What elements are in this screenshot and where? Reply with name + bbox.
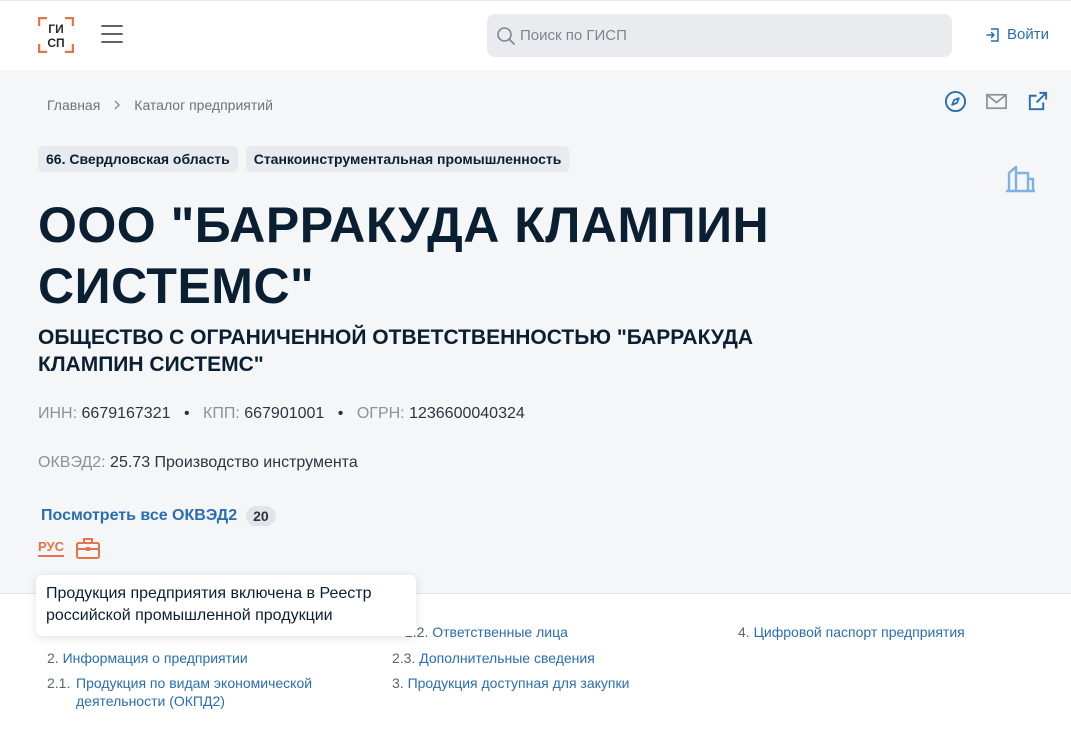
company-full-name: ОБЩЕСТВО С ОГРАНИЧЕННОЙ ОТВЕТСТВЕННОСТЬЮ…	[38, 326, 754, 376]
header: ГИ СП Войти	[0, 0, 1071, 70]
breadcrumb: Главная Каталог предприятий	[47, 97, 273, 113]
requisites: ИНН: 6679167321 • КПП: 667901001 • ОГРН:…	[38, 405, 525, 422]
okved-value: 25.73 Производство инструмента	[110, 454, 358, 471]
region-tag[interactable]: 66. Свердловская область	[38, 146, 238, 172]
toc-item-procurement-products[interactable]: 3. Продукция доступная для закупки	[392, 674, 629, 692]
inn-value: 6679167321	[81, 405, 171, 422]
briefcase-icon[interactable]	[75, 536, 101, 560]
inn-label: ИНН:	[38, 405, 78, 422]
building-icon	[1006, 165, 1035, 193]
okved-count-badge: 20	[246, 506, 276, 526]
search-box[interactable]	[487, 14, 952, 57]
login-button[interactable]: Войти	[985, 26, 1049, 43]
registry-tooltip: Продукция предприятия включена в Реестр …	[36, 575, 416, 636]
toc-item-digital-passport[interactable]: 4. Цифровой паспорт предприятия	[738, 623, 965, 641]
toc-item-label: Продукция по видам экономической деятель…	[76, 675, 313, 709]
company-short-name: ООО "БАРРАКУДА КЛАМПИН СИСТЕМС"	[38, 197, 770, 314]
toc-item-label: Дополнительные сведения	[419, 650, 595, 666]
external-link-icon[interactable]	[1026, 90, 1049, 113]
logo-text-bottom: СП	[47, 36, 64, 50]
toc-item-okpd2[interactable]: 2.1. Продукция по видам экономической де…	[47, 674, 347, 710]
search-icon	[497, 26, 515, 45]
tags: 66. Свердловская область Станкоинструмен…	[38, 146, 570, 172]
view-all-okved-link[interactable]: Посмотреть все ОКВЭД2 20	[41, 506, 276, 526]
breadcrumb-home[interactable]: Главная	[47, 97, 100, 113]
toc-item-company-info[interactable]: 2. Информация о предприятии	[47, 649, 248, 667]
registry-badges: РУС	[38, 536, 101, 560]
toc-item-additional-info[interactable]: 2.3. Дополнительные сведения	[392, 649, 595, 667]
breadcrumb-catalog[interactable]: Каталог предприятий	[134, 97, 273, 113]
rus-badge[interactable]: РУС	[38, 539, 64, 557]
kpp-value: 667901001	[244, 405, 325, 422]
ogrn-value: 1236600040324	[409, 405, 525, 422]
kpp-label: КПП:	[203, 405, 240, 422]
industry-tag[interactable]: Станкоинструментальная промышленность	[245, 146, 570, 172]
company-card: Главная Каталог предприятий 66. Свердлов…	[0, 70, 1071, 593]
toc-item-label: Информация о предприятии	[62, 650, 248, 666]
search-input[interactable]	[520, 27, 920, 44]
logo-text-top: ГИ	[48, 22, 63, 36]
burger-menu-icon[interactable]	[101, 25, 123, 45]
toc-item-label: Цифровой паспорт предприятия	[753, 624, 965, 640]
ogrn-label: ОГРН:	[356, 405, 405, 422]
chevron-right-icon	[114, 100, 121, 110]
okved-link-label: Посмотреть все ОКВЭД2	[41, 507, 238, 524]
okved-main: ОКВЭД2: 25.73 Производство инструмента	[38, 454, 358, 472]
login-icon	[986, 27, 999, 42]
action-icons	[944, 90, 1049, 113]
okved-label: ОКВЭД2:	[38, 454, 106, 471]
toc-item-label: Продукция доступная для закупки	[407, 675, 630, 691]
mail-icon[interactable]	[985, 90, 1008, 113]
gisp-logo[interactable]: ГИ СП	[38, 17, 74, 53]
toc-item-responsible[interactable]: 2.2. Ответственные лица	[405, 623, 568, 641]
toc-item-label: Ответственные лица	[432, 624, 568, 640]
compass-icon[interactable]	[944, 90, 967, 113]
login-label: Войти	[1007, 26, 1049, 43]
